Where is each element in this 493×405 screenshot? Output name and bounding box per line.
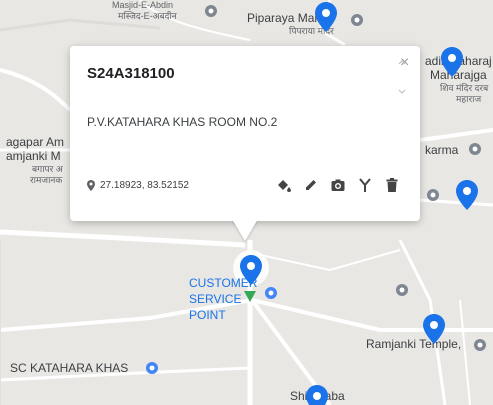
coordinates-text: 27.18923, 83.52152: [100, 180, 189, 191]
map-label-left-hi-2: रामजानक: [30, 175, 63, 185]
map-label-csc: SC KATAHARA KHAS: [10, 361, 129, 375]
location-pin-icon[interactable]: [423, 314, 445, 344]
popup-address: P.V.KATAHARA KHAS ROOM NO.2: [87, 115, 278, 129]
location-marker-icon: [87, 180, 95, 191]
poi-icon[interactable]: [426, 188, 440, 202]
popup-toolbar: [276, 177, 400, 193]
popup-title: S24A318100: [87, 65, 175, 82]
map-canvas[interactable]: Masjid-E-Abdin मस्जिद-E-अबदीन Piparaya M…: [0, 0, 493, 405]
popup-coordinates: 27.18923, 83.52152: [87, 180, 189, 191]
temple-poi-icon[interactable]: [350, 13, 364, 27]
location-pin-icon[interactable]: [456, 180, 478, 210]
map-label-karma: karma: [425, 143, 459, 157]
csc-poi-icon[interactable]: [145, 361, 159, 375]
poi-icon[interactable]: [468, 142, 482, 156]
fork-icon[interactable]: [357, 177, 373, 193]
camera-icon[interactable]: [330, 177, 346, 193]
map-label-left-2: amjanki M: [6, 149, 61, 163]
temple-poi-icon[interactable]: [473, 338, 487, 352]
location-pin-icon[interactable]: [306, 385, 328, 405]
paint-bucket-icon[interactable]: [276, 177, 292, 193]
map-label-left-hi-1: बगापर अ: [32, 164, 63, 174]
map-label-left-1: agapar Am: [6, 135, 65, 149]
location-pin-icon[interactable]: [441, 47, 463, 77]
marker-info-popup: S24A318100 × P.V.KATAHARA KHAS ROOM NO.2…: [70, 46, 420, 221]
popup-scrollbar[interactable]: [397, 58, 407, 96]
map-label-masjid-hi: मस्जिद-E-अबदीन: [118, 11, 177, 21]
service-point-poi-icon[interactable]: [264, 286, 278, 300]
trash-icon[interactable]: [384, 177, 400, 193]
map-label-masjid: Masjid-E-Abdin: [112, 0, 174, 10]
popup-pointer: [232, 219, 258, 241]
mosque-poi-icon[interactable]: [204, 4, 218, 18]
map-label-customer-service: CUSTOMER SERVICE POINT: [189, 276, 258, 322]
location-pin-icon[interactable]: [315, 2, 337, 32]
map-label-ramjanki: Ramjanki Temple,: [366, 337, 462, 351]
poi-icon[interactable]: [395, 283, 409, 297]
pencil-icon[interactable]: [303, 177, 319, 193]
map-label-right-hi-2: महाराज: [456, 94, 482, 104]
map-label-right-hi: शिव मंदिर दरब: [440, 83, 489, 93]
